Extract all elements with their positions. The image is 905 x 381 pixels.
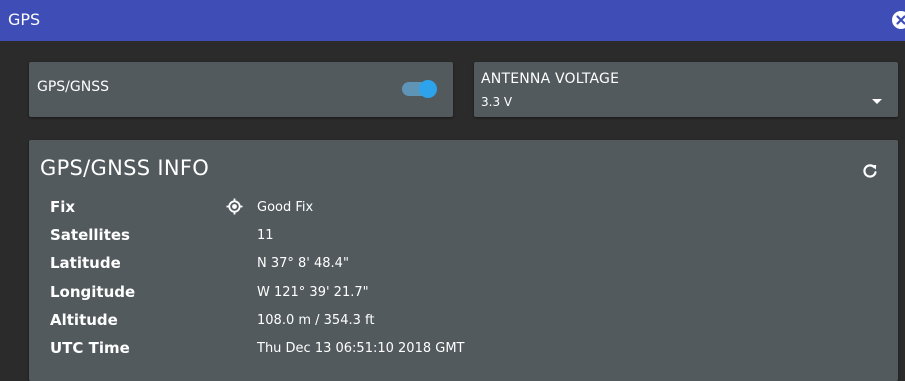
satellites-value: 11 — [257, 228, 274, 243]
altitude-label: Altitude — [50, 311, 118, 329]
altitude-value: 108.0 m / 354.3 ft — [257, 313, 375, 328]
close-icon[interactable] — [891, 10, 905, 30]
longitude-label: Longitude — [50, 283, 136, 301]
antenna-voltage-dropdown[interactable]: ANTENNA VOLTAGE 3.3 V — [474, 62, 898, 117]
caret-down-icon[interactable] — [872, 99, 882, 104]
title-bar: GPS — [0, 0, 905, 41]
utc-time-label: UTC Time — [50, 339, 130, 357]
toggle-knob — [419, 80, 437, 98]
antenna-voltage-label: ANTENNA VOLTAGE — [481, 71, 620, 87]
gps-gnss-toggle[interactable] — [402, 80, 437, 98]
gps-gnss-card: GPS/GNSS — [29, 62, 453, 117]
latitude-value: N 37° 8' 48.4" — [257, 256, 349, 271]
latitude-label: Latitude — [50, 254, 121, 272]
satellites-label: Satellites — [50, 226, 130, 244]
fix-value: Good Fix — [257, 200, 314, 215]
info-title: GPS/GNSS INFO — [40, 156, 210, 180]
crosshair-icon — [226, 198, 243, 215]
gps-gnss-info-card: GPS/GNSS INFO Fix Good Fix Satellites 11… — [29, 140, 898, 381]
fix-label: Fix — [50, 198, 76, 216]
antenna-voltage-value: 3.3 V — [481, 95, 513, 109]
utc-time-value: Thu Dec 13 06:51:10 2018 GMT — [257, 341, 465, 356]
longitude-value: W 121° 39' 21.7" — [257, 285, 369, 300]
gps-gnss-label: GPS/GNSS — [37, 79, 109, 95]
window-title: GPS — [8, 10, 41, 29]
refresh-icon[interactable] — [861, 162, 879, 180]
